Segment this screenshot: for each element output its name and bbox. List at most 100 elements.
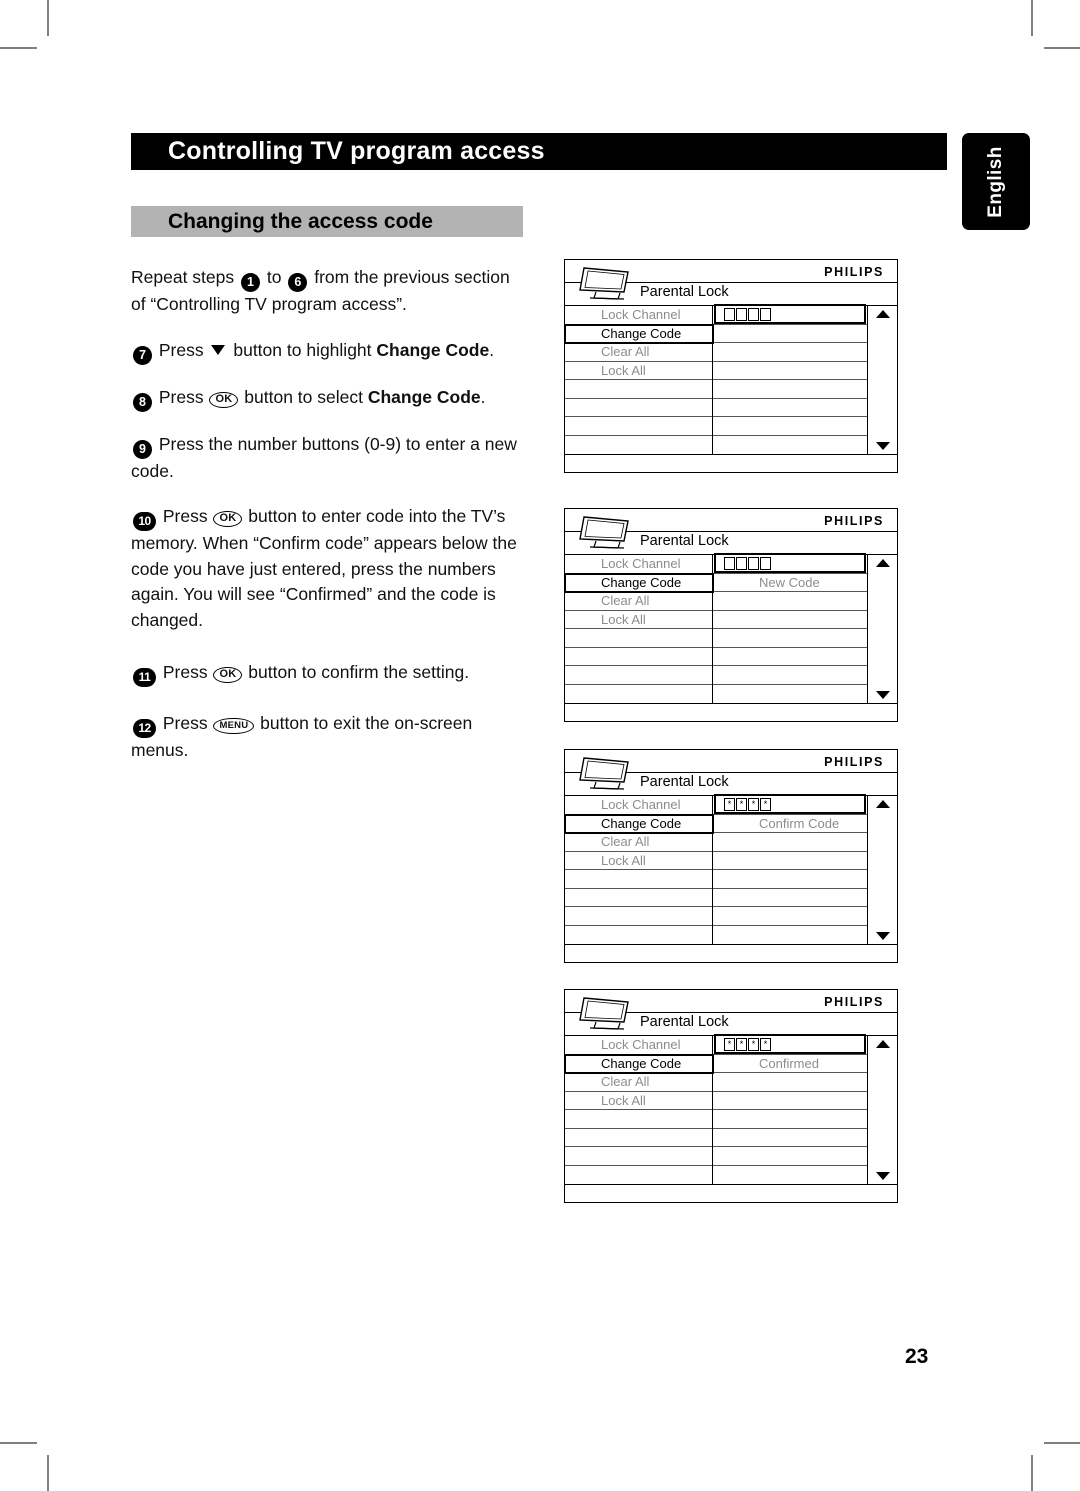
value-empty	[713, 629, 867, 648]
menu-item-column: Lock Channel Change Code Clear All Lock …	[564, 796, 714, 944]
code-entry-field[interactable]: * * * *	[714, 1034, 866, 1054]
scroll-down-arrow-icon[interactable]	[875, 691, 890, 699]
code-digit: *	[760, 797, 771, 811]
crop-mark-bottom-right-horizontal	[1044, 1442, 1080, 1444]
menu-item-lock-all[interactable]: Lock All	[565, 362, 712, 380]
menu-title: Parental Lock	[640, 284, 729, 300]
step-10-text-before: Press	[162, 506, 208, 527]
menu-item-lock-channel[interactable]: Lock Channel	[565, 306, 712, 325]
page-number: 23	[905, 1345, 929, 1368]
scroll-up-arrow-icon[interactable]	[875, 310, 890, 318]
menu-item-empty	[565, 685, 712, 704]
step-badge-12: 12	[133, 718, 156, 738]
scroll-up-arrow-icon[interactable]	[875, 800, 890, 808]
scrollbar[interactable]	[867, 1036, 897, 1184]
code-digit	[736, 556, 747, 570]
menu-item-lock-channel[interactable]: Lock Channel	[565, 555, 712, 574]
tv-screen-body: Lock Channel Change Code Clear All Lock …	[564, 553, 897, 704]
menu-value-column	[713, 304, 867, 455]
menu-item-empty	[565, 889, 712, 907]
menu-item-clear-all[interactable]: Clear All	[565, 343, 712, 362]
step-8-bold-target: Change Code	[367, 386, 481, 407]
menu-item-lock-all[interactable]: Lock All	[565, 852, 712, 870]
scrollbar[interactable]	[867, 555, 897, 703]
step-8-text-after: button to select	[244, 386, 363, 407]
scroll-down-arrow-icon[interactable]	[875, 442, 890, 450]
instruction-step-9: 9 Press the number buttons (0-9) to ente…	[131, 432, 529, 485]
menu-item-empty	[565, 1129, 712, 1147]
menu-title: Parental Lock	[640, 533, 729, 549]
step-7-bold-target: Change Code	[376, 339, 490, 360]
scroll-down-arrow-icon[interactable]	[875, 1172, 890, 1180]
crop-mark-top-left-horizontal	[0, 47, 37, 49]
tv-monitor-icon	[579, 757, 629, 790]
value-empty	[713, 648, 867, 666]
code-entry-row[interactable]: * * * *	[713, 1034, 867, 1055]
scroll-up-arrow-icon[interactable]	[875, 559, 890, 567]
tv-screen-mock-3: PHILIPS Parental Lock Lock Channel Chang…	[564, 749, 898, 963]
down-arrow-icon	[211, 344, 226, 355]
menu-item-lock-all[interactable]: Lock All	[565, 1092, 712, 1110]
code-digit: *	[736, 797, 747, 811]
value-empty	[713, 889, 867, 907]
step-11-text-after: button to confirm the setting.	[248, 661, 470, 682]
value-status-label: New Code	[713, 574, 867, 592]
value-empty	[713, 1092, 867, 1110]
code-digit	[748, 556, 759, 570]
menu-item-lock-channel[interactable]: Lock Channel	[565, 1036, 712, 1055]
value-empty	[713, 852, 867, 870]
menu-item-change-code[interactable]: Change Code	[564, 323, 714, 344]
menu-item-clear-all[interactable]: Clear All	[565, 592, 712, 611]
instruction-intro: Repeat steps 1 to 6 from the previous se…	[131, 265, 529, 318]
tv-monitor-icon	[579, 516, 629, 549]
menu-item-change-code[interactable]: Change Code	[564, 1053, 714, 1074]
instruction-step-7: 7 Press button to highlight Change Code.	[131, 338, 529, 365]
code-digit	[748, 307, 759, 321]
menu-item-lock-all[interactable]: Lock All	[565, 611, 712, 629]
scrollbar[interactable]	[867, 796, 897, 944]
value-empty	[713, 907, 867, 926]
code-entry-row[interactable]: * * * *	[713, 794, 867, 815]
tv-screen-footer	[565, 1184, 897, 1202]
instruction-step-12: 12 Press MENU button to exit the on-scre…	[131, 711, 529, 764]
ok-button-icon: OK	[213, 666, 243, 683]
crop-mark-bottom-left-vertical	[47, 1455, 49, 1491]
step-badge-9: 9	[133, 439, 152, 459]
tv-screen-mock-2: PHILIPS Parental Lock Lock Channel Chang…	[564, 508, 898, 722]
scroll-down-arrow-icon[interactable]	[875, 932, 890, 940]
code-entry-field[interactable]: * * * *	[714, 794, 866, 814]
menu-item-clear-all[interactable]: Clear All	[565, 1073, 712, 1092]
crop-mark-bottom-left-horizontal	[0, 1442, 37, 1444]
value-empty	[713, 611, 867, 629]
menu-item-empty	[565, 380, 712, 399]
instruction-step-11: 11 Press OK button to confirm the settin…	[131, 660, 529, 687]
value-empty	[713, 1129, 867, 1147]
tv-screen-header: PHILIPS Parental Lock	[565, 750, 897, 796]
menu-item-clear-all[interactable]: Clear All	[565, 833, 712, 852]
ok-button-icon: OK	[213, 511, 243, 528]
menu-item-column: Lock Channel Change Code Clear All Lock …	[564, 555, 714, 704]
scrollbar[interactable]	[867, 306, 897, 454]
scroll-up-arrow-icon[interactable]	[875, 1040, 890, 1048]
crop-mark-bottom-right-vertical	[1031, 1455, 1033, 1491]
code-digit: *	[760, 1037, 771, 1051]
instructions-column: Repeat steps 1 to 6 from the previous se…	[131, 265, 529, 783]
code-entry-row[interactable]	[713, 553, 867, 574]
value-empty	[713, 417, 867, 436]
value-empty	[713, 926, 867, 945]
tv-monitor-icon	[579, 997, 629, 1030]
tv-screen-header: PHILIPS Parental Lock	[565, 509, 897, 555]
code-entry-field[interactable]	[714, 553, 866, 573]
value-empty	[713, 436, 867, 455]
code-digit	[760, 307, 771, 321]
code-entry-field[interactable]	[714, 304, 866, 324]
menu-item-empty	[565, 436, 712, 455]
menu-item-lock-channel[interactable]: Lock Channel	[565, 796, 712, 815]
code-digit: *	[748, 797, 759, 811]
menu-item-change-code[interactable]: Change Code	[564, 572, 714, 593]
menu-item-change-code[interactable]: Change Code	[564, 813, 714, 834]
crop-mark-top-left-vertical	[47, 0, 49, 36]
code-entry-row[interactable]	[713, 304, 867, 325]
code-digit	[760, 556, 771, 570]
value-empty	[713, 343, 867, 362]
